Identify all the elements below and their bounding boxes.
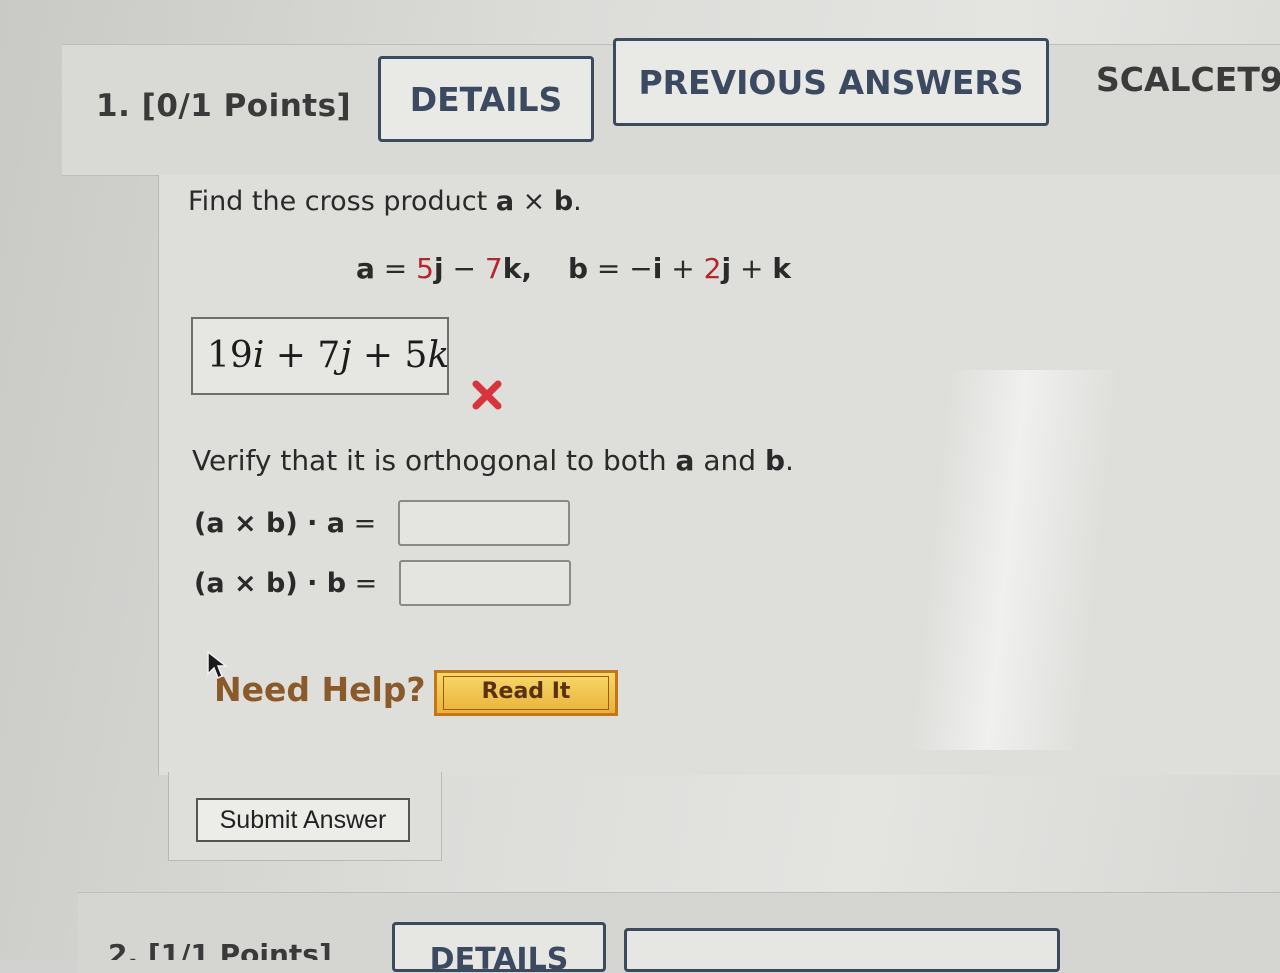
- cross-symbol: ×: [514, 186, 554, 217]
- label-a: a: [206, 568, 225, 599]
- vec-b-unit-2: j: [721, 252, 732, 285]
- vec-b-operator-1: +: [662, 252, 704, 285]
- label-dot: ) ·: [285, 508, 327, 539]
- next-details-button[interactable]: DETAILS: [392, 922, 606, 972]
- verify-b-symbol: b: [764, 444, 785, 477]
- paren-open: (: [194, 508, 207, 539]
- answer-unit-1: i: [252, 335, 265, 376]
- vec-b-coef-2: 2: [703, 252, 722, 285]
- vec-a-coef-1: 5: [416, 252, 434, 285]
- answer-coef-1: 19: [207, 335, 253, 376]
- dot-product-a-input[interactable]: [398, 500, 570, 546]
- label-last: a: [326, 508, 345, 539]
- previous-answers-button[interactable]: PREVIOUS ANSWERS: [613, 38, 1049, 126]
- question-number: 1. [0/1 Points]: [96, 88, 351, 124]
- next-question-points: 2. [1/1 Points]: [108, 938, 332, 960]
- label-cross: ×: [224, 568, 267, 599]
- vec-b-label: b: [567, 252, 589, 285]
- vec-a-operator: −: [443, 252, 485, 285]
- need-help-label: Need Help?: [214, 670, 426, 709]
- label-equals: =: [344, 508, 377, 539]
- vec-a-equals: =: [374, 252, 417, 285]
- prompt-period: .: [573, 186, 582, 217]
- vector-b-symbol: b: [553, 186, 574, 217]
- details-button[interactable]: DETAILS: [378, 56, 594, 142]
- vec-b-unit-3: k: [772, 252, 791, 285]
- dot-product-b-label: (a × b) · b =: [194, 568, 377, 599]
- verify-prompt: Verify that it is orthogonal to both a a…: [192, 444, 794, 477]
- dot-product-b-input[interactable]: [399, 560, 571, 606]
- mouse-cursor-icon: [207, 650, 228, 680]
- problem-prompt: Find the cross product a × b.: [188, 186, 582, 217]
- course-code: SCALCET9: [1096, 60, 1280, 99]
- vec-a-unit-2: k,: [502, 252, 532, 285]
- vec-a-unit-1: j: [434, 252, 444, 285]
- vector-a-symbol: a: [495, 186, 515, 217]
- question-points: [0/1 Points]: [141, 88, 352, 124]
- label-cross: ×: [224, 508, 267, 539]
- verify-a-symbol: a: [675, 444, 695, 477]
- label-a: a: [206, 508, 225, 539]
- vec-b-unit-1: i: [652, 252, 663, 285]
- answer-coef-2: 7: [317, 335, 341, 376]
- verify-text: Verify that it is orthogonal to both: [192, 444, 676, 477]
- verify-period: .: [784, 444, 794, 477]
- vec-a-label: a: [356, 252, 375, 285]
- answer-unit-3: k: [427, 335, 450, 376]
- label-last: b: [326, 568, 347, 599]
- vector-definitions: a = 5j − 7k, b = −i + 2j + k: [356, 252, 791, 285]
- vec-b-equals: = −: [588, 252, 653, 285]
- incorrect-x-icon: [472, 380, 502, 410]
- question-number-label: 1.: [96, 88, 131, 124]
- dot-product-a-label: (a × b) · a =: [194, 508, 376, 539]
- label-b: b: [266, 508, 286, 539]
- submit-answer-button[interactable]: Submit Answer: [196, 798, 410, 842]
- read-it-button[interactable]: Read It: [434, 670, 618, 716]
- label-b: b: [266, 568, 286, 599]
- cross-product-answer-field[interactable]: 19i + 7j + 5k: [191, 317, 449, 395]
- answer-unit-2: j: [340, 335, 352, 376]
- paren-open: (: [194, 568, 207, 599]
- prompt-text: Find the cross product: [188, 186, 496, 217]
- answer-coef-3: 5: [404, 335, 428, 376]
- answer-operator-2: +: [351, 335, 405, 376]
- label-equals: =: [346, 568, 378, 599]
- vec-a-coef-2: 7: [484, 252, 503, 285]
- label-dot: ) ·: [285, 568, 327, 599]
- next-previous-answers-button[interactable]: [624, 928, 1060, 972]
- verify-and: and: [694, 444, 765, 477]
- answer-operator-1: +: [264, 335, 318, 376]
- vec-b-operator-2: +: [731, 252, 773, 285]
